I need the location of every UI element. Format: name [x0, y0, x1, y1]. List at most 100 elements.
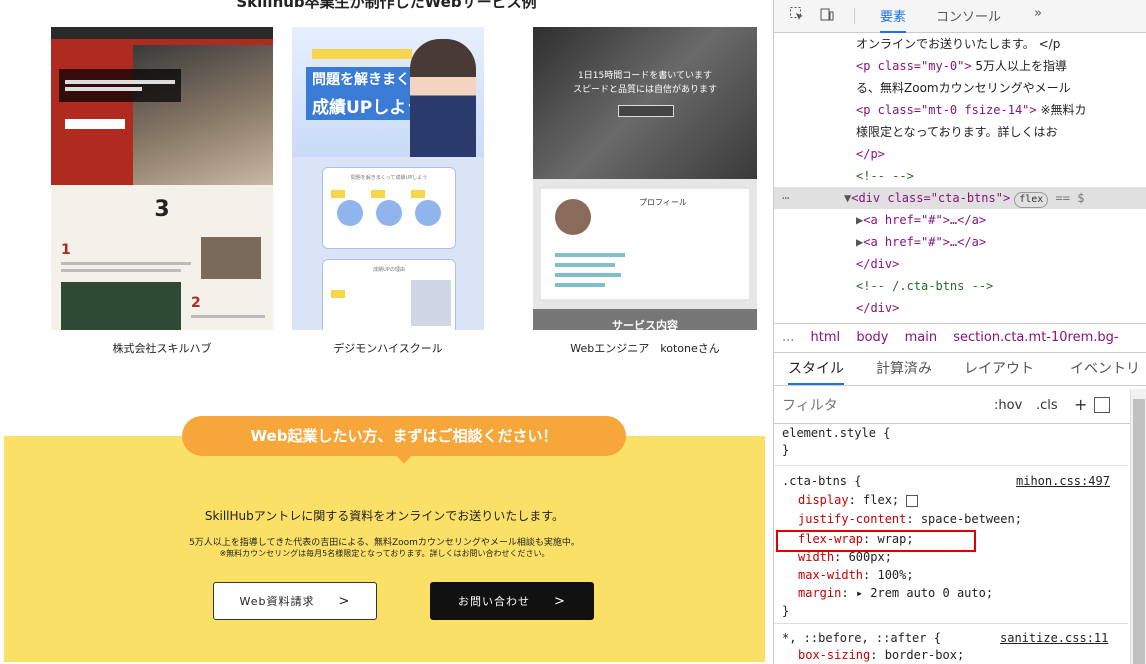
thumb-skill-bar	[555, 263, 615, 267]
rule-selector[interactable]: *, ::before, ::after {	[782, 630, 941, 647]
button-label: Web資料請求	[239, 595, 315, 608]
thumb-badge	[331, 190, 345, 198]
thumb-three-heading: 3	[154, 197, 170, 222]
toolbar-divider	[854, 8, 855, 24]
rule-selector[interactable]: element.style {	[782, 425, 890, 442]
thumb-point-1: 1	[61, 242, 71, 258]
tab-event-listeners[interactable]: イベントリ	[1070, 353, 1140, 385]
sidebar-toggle-icon[interactable]	[1094, 397, 1110, 413]
dom-line[interactable]: る、無料Zoomカウンセリングやメール	[774, 77, 1146, 99]
chevron-right-icon: >	[338, 593, 351, 609]
dom-tag: <p class="mt-0 fsize-14">	[856, 103, 1037, 117]
cta-sub-text-1: 5万人以上を指導してきた代表の吉田による、無料Zoomカウンセリングやメール相談…	[189, 538, 580, 548]
dom-text: 5万人以上を指導	[971, 59, 1068, 73]
thumb-card: 成績UPの理由	[322, 259, 456, 330]
thumb-skill-bar	[555, 283, 605, 287]
dom-line-selected[interactable]: ⋯ ▼<div class="cta-btns"> flex == $	[774, 187, 1146, 209]
dom-line[interactable]: ▶<a href="#">…</a>	[774, 209, 1146, 231]
inspect-element-icon[interactable]	[788, 6, 806, 24]
dom-line[interactable]: <p class="mt-0 fsize-14"> ※無料カ	[774, 99, 1146, 121]
tab-layout[interactable]: レイアウト	[964, 353, 1034, 385]
rule-close: }	[782, 443, 790, 457]
cta-main-text: SkillHubアントレに関する資料をオンラインでお送りいたします。	[204, 509, 565, 523]
tab-styles[interactable]: スタイル	[788, 353, 844, 385]
button-label: お問い合わせ	[458, 595, 531, 608]
new-rule-icon[interactable]: +	[1074, 395, 1087, 414]
dom-line[interactable]: ▶<a href="#">…</a>	[774, 231, 1146, 253]
thumb-skill-bar	[555, 273, 621, 277]
thumb-blackboard-image	[61, 282, 181, 330]
thumb-card: 問題を解きまくって成績UPしよう	[322, 167, 456, 249]
styles-filter-row: :hov .cls +	[774, 389, 1146, 424]
css-property[interactable]: box-sizing: border-box;	[798, 647, 964, 664]
dom-line[interactable]: <!-- -->	[774, 165, 1146, 187]
css-property[interactable]: justify-content: space-between;	[798, 511, 1022, 528]
dom-text: る、無料Zoomカウンセリングやメール	[856, 81, 1071, 95]
thumb-text-line	[61, 262, 191, 265]
dom-tag: <div class="cta-btns">	[851, 191, 1011, 205]
thumb-hero-caption	[59, 69, 181, 102]
breadcrumb-item[interactable]: body	[856, 330, 888, 345]
dom-line[interactable]: </div>	[774, 253, 1146, 275]
showcase-thumbnail-kotone[interactable]: 1日15時間コードを書いています スピードと品質には自信があります プロフィール…	[533, 27, 757, 330]
device-toolbar-icon[interactable]	[818, 6, 836, 24]
dom-line[interactable]: オンラインでお送りいたします。 </p	[774, 33, 1146, 55]
dom-tree: オンラインでお送りいたします。 </p <p class="my-0"> 5万人…	[774, 33, 1146, 316]
tab-computed[interactable]: 計算済み	[876, 353, 932, 385]
dom-line[interactable]: </div>	[774, 297, 1146, 319]
thumb-hero-line-2: スピードと品質には自信があります	[572, 85, 717, 96]
thumb-ribbon	[312, 49, 412, 59]
more-tabs-icon[interactable]: »	[1034, 6, 1042, 21]
class-toggle[interactable]: .cls	[1036, 398, 1058, 413]
contact-button[interactable]: お問い合わせ >	[430, 582, 594, 620]
showcase-thumbnail-skillhub[interactable]: 3 1 2	[51, 27, 273, 330]
more-options-icon[interactable]: ⋯	[782, 187, 789, 209]
styles-tabbar: スタイル 計算済み レイアウト イベントリ	[774, 353, 1146, 386]
dom-line[interactable]: 様限定となっております。詳しくはお	[774, 121, 1146, 143]
thumb-hero-text: 1日15時間コードを書いています スピードと品質には自信があります	[533, 69, 757, 98]
dom-comment: <!-- -->	[856, 169, 914, 183]
showcase-thumbnail-digimon[interactable]: 問題を解きまくって 成績UPしよう 問題を解きまくって成績UPしよう 成績UPの…	[292, 27, 484, 330]
source-link[interactable]: mihon.css:497	[1016, 473, 1110, 490]
thumb-text-line	[61, 269, 181, 272]
showcase-title: Skillhub卒業生が制作したWebサービス例	[236, 0, 537, 11]
rule-selector[interactable]: .cta-btns {	[782, 473, 861, 490]
filter-input[interactable]	[780, 395, 934, 417]
cta-sub-text-2: ※無料カウンセリングは毎月5名様限定となっております。詳しくはお問い合わせくださ…	[219, 549, 550, 558]
rule-close: }	[782, 604, 790, 618]
thumb-point-2: 2	[191, 295, 201, 311]
thumb-hero-button	[618, 105, 674, 117]
flexbox-editor-icon[interactable]	[906, 494, 919, 507]
devtools-panel: 要素 コンソール » オンラインでお送りいたします。 </p <p class=…	[773, 0, 1146, 664]
hover-state-toggle[interactable]: :hov	[994, 398, 1022, 413]
dom-line[interactable]: <!-- /.cta-btns -->	[774, 275, 1146, 297]
web-document-request-button[interactable]: Web資料請求 >	[213, 582, 377, 620]
web-page: Skillhub卒業生が制作したWebサービス例 3 1 2 株式会社スキルハブ…	[0, 0, 773, 664]
dom-tag: <a href="#">…</a>	[863, 235, 987, 249]
css-property[interactable]: display: flex;	[798, 492, 919, 509]
showcase-caption-2: デジモンハイスクール	[333, 342, 443, 355]
dom-line[interactable]: <p class="my-0"> 5万人以上を指導	[774, 55, 1146, 77]
showcase-caption-3: Webエンジニア kotoneさん	[570, 342, 720, 355]
dom-tag: </div>	[856, 301, 900, 315]
breadcrumb-item[interactable]: ...	[782, 330, 794, 345]
thumb-text-line	[191, 315, 265, 318]
css-property[interactable]: margin: ▸ 2rem auto 0 auto;	[798, 585, 993, 602]
thumb-card-title: 問題を解きまくって成績UPしよう	[350, 175, 428, 181]
styles-scrollbar[interactable]	[1130, 389, 1146, 664]
breadcrumb-item[interactable]: html	[811, 330, 841, 345]
dom-line[interactable]: </p>	[774, 143, 1146, 165]
breadcrumb-item[interactable]: main	[905, 330, 937, 345]
rule-divider	[774, 465, 1128, 466]
flex-badge[interactable]: flex	[1014, 192, 1049, 208]
highlight-annotation-box	[776, 530, 976, 552]
cta-section: Web起業したい方、まずはご相談ください！ SkillHubアントレに関する資料…	[4, 416, 765, 662]
cta-ribbon: Web起業したい方、まずはご相談ください！	[182, 416, 626, 464]
tab-elements[interactable]: 要素	[880, 6, 907, 33]
thumb-profile-title: プロフィール	[639, 198, 687, 207]
source-link[interactable]: sanitize.css:11	[1000, 630, 1108, 647]
css-property[interactable]: max-width: 100%;	[798, 567, 914, 584]
scrollbar-thumb[interactable]	[1133, 399, 1145, 664]
tab-console[interactable]: コンソール	[936, 6, 1001, 25]
breadcrumb-item[interactable]: section.cta.mt-10rem.bg-	[953, 330, 1118, 345]
